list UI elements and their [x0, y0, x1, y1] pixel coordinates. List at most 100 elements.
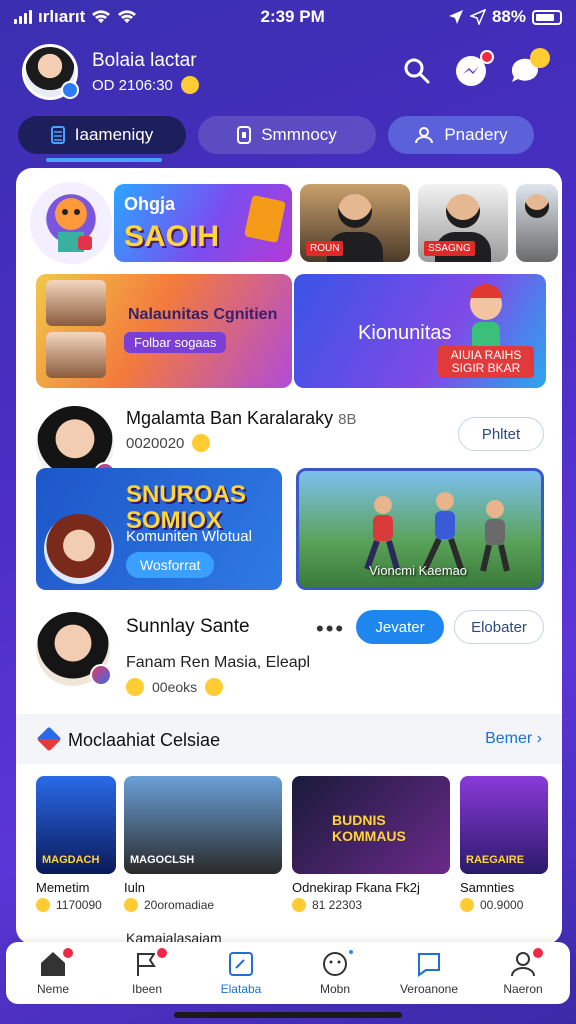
nav-create[interactable]: Elataba	[197, 950, 285, 996]
tile-meta-text: 1170090	[56, 898, 102, 912]
person-face	[446, 194, 480, 228]
komunitas-virtual-banner[interactable]: SNUROAS SOMIOX Komuniten Wlotual Wosforr…	[36, 468, 282, 590]
community-game-banner[interactable]: Nalaunitas Cgnitien Folbar sogaas	[36, 274, 292, 388]
nav-label: Elataba	[220, 982, 262, 996]
video-thumbnail[interactable]: SSAGNG	[418, 184, 508, 262]
laugh-emoji-icon	[205, 678, 224, 696]
profile-name: Bolaia lactar	[92, 50, 197, 71]
tile-meta: 1170090	[36, 898, 102, 912]
video-thumbnail[interactable]	[516, 184, 558, 262]
chat-button[interactable]	[506, 48, 550, 90]
komunitas-banner[interactable]: Kionunitas AIUIA RAIHS SIGIR BKAR	[294, 274, 546, 388]
search-icon	[404, 58, 430, 84]
wifi-icon	[92, 10, 111, 23]
nav-badge	[61, 946, 75, 960]
list-icon	[50, 126, 65, 144]
recommended-tile[interactable]: MAGOCLSH	[124, 776, 282, 874]
signal-icon	[14, 10, 32, 24]
location-outline-icon	[469, 9, 486, 25]
recommended-tile[interactable]: BUDNIS KOMMAUS	[292, 776, 450, 874]
battery-percent: 88%	[491, 7, 526, 26]
tile-meta-text: 81 22303	[312, 898, 363, 912]
emoji-badge-icon	[530, 48, 550, 68]
tile-meta: 20oromadiae	[124, 898, 214, 912]
tab-label: Iaameniqy	[74, 125, 154, 144]
tile-meta: 00.9000	[460, 898, 523, 912]
tab-label: Smmnocy	[261, 125, 337, 144]
post-meta: 0020020	[126, 434, 211, 452]
komunitas-button[interactable]: AIUIA RAIHS SIGIR BKAR	[438, 346, 534, 378]
post-author[interactable]: Mgalamta Ban Karalaraky 8B	[126, 408, 356, 429]
tile-label: BUDNIS KOMMAUS	[332, 812, 406, 844]
video-thumbnail[interactable]: ROUN	[300, 184, 410, 262]
nav-label: Veroanone	[399, 982, 459, 996]
post-meta: 00eoks	[126, 678, 224, 696]
avatar[interactable]	[22, 44, 79, 100]
nav-chat[interactable]: Veroanone	[385, 950, 473, 996]
promo-button[interactable]: Wosforrat	[126, 552, 215, 578]
mascot-banner[interactable]	[30, 182, 112, 264]
tab-iaameniqy[interactable]: Iaameniqy	[18, 116, 186, 162]
game-banner-button[interactable]: Folbar sogaas	[124, 332, 227, 353]
tile-label: MAGDACH	[42, 854, 100, 866]
messenger-button[interactable]	[452, 50, 494, 90]
smiley-icon	[323, 952, 347, 976]
tab-bar: Iaameniqy Smmnocy Pnadery	[18, 116, 550, 162]
smile-emoji-icon	[124, 898, 138, 912]
recommended-tile[interactable]: MAGDACH	[36, 776, 116, 874]
see-more-link[interactable]: Bemer ›	[485, 730, 542, 748]
nav-label: Ibeen	[131, 982, 163, 996]
thumbnail-tag: ROUN	[306, 241, 344, 256]
game-banner-text: Nalaunitas Cgnitien	[128, 306, 278, 323]
wifi-icon-2	[118, 10, 137, 23]
smile-emoji-icon	[36, 898, 50, 912]
bottom-nav: Neme Ibeen Elataba Mobn Veroanone Naeron	[6, 942, 570, 1004]
saoh-title: Ohgja	[124, 194, 176, 214]
recommended-tile[interactable]: RAEGAIRE	[460, 776, 548, 874]
dance-video-banner[interactable]: Vioncmi Kaemao	[296, 468, 544, 590]
verified-badge-icon	[61, 81, 79, 99]
tile-meta-text: 20oromadiae	[144, 898, 215, 912]
promo-subtitle: Komuniten Wlotual	[126, 528, 252, 545]
edit-square-icon	[229, 952, 253, 976]
post-meta-text: 0020020	[126, 434, 185, 452]
follow-button[interactable]: Phltet	[458, 417, 544, 451]
person-thumbnail	[46, 332, 106, 378]
tab-smmnocy[interactable]: Smmnocy	[198, 116, 376, 154]
messenger-badge	[480, 50, 494, 64]
search-button[interactable]	[398, 52, 436, 90]
profile-header: Bolaia lactar OD 2106:30	[0, 42, 576, 106]
mascot-icon	[55, 198, 92, 252]
more-options-icon[interactable]: •••	[316, 616, 345, 642]
nav-badge	[531, 946, 545, 960]
tile-meta: 81 22303	[292, 898, 362, 912]
chat-icon	[418, 953, 440, 977]
saoh-big-title: SAOIH	[124, 220, 220, 253]
tile-label: RAEGAIRE	[466, 854, 525, 866]
tab-pnadery[interactable]: Pnadery	[388, 116, 534, 154]
post-author-name: Mgalamta Ban Karalaraky	[126, 408, 334, 428]
nav-home[interactable]: Neme	[9, 946, 97, 996]
nav-label: Neme	[36, 982, 69, 996]
smile-emoji-icon	[460, 898, 474, 912]
nav-profile[interactable]: Naeron	[479, 946, 567, 996]
nav-label: Naeron	[503, 982, 543, 996]
saoh-banner[interactable]: Ohgja SAOIH	[114, 184, 292, 262]
nav-reactions[interactable]: Mobn	[291, 948, 379, 996]
smile-emoji-icon	[292, 898, 306, 912]
person-face	[338, 194, 372, 228]
secondary-button[interactable]: Elobater	[454, 610, 544, 644]
post-author-name[interactable]: Sunnlay Sante	[126, 616, 250, 638]
post-avatar[interactable]	[36, 612, 112, 686]
join-button[interactable]: Jevater	[356, 610, 444, 644]
instagram-badge-icon	[90, 664, 112, 686]
status-bar: ırlıarıt 2:39 PM 88%	[0, 0, 576, 34]
battery-icon	[532, 9, 562, 25]
location-icon	[448, 10, 463, 24]
promo-title: SNUROAS SOMIOX	[126, 481, 247, 534]
nav-label: Mobn	[319, 982, 351, 996]
tab-label: Pnadery	[444, 125, 508, 144]
nav-explore[interactable]: Ibeen	[103, 946, 191, 996]
profile-sub-text: OD 2106:30	[92, 76, 173, 94]
home-indicator[interactable]	[174, 1012, 402, 1018]
